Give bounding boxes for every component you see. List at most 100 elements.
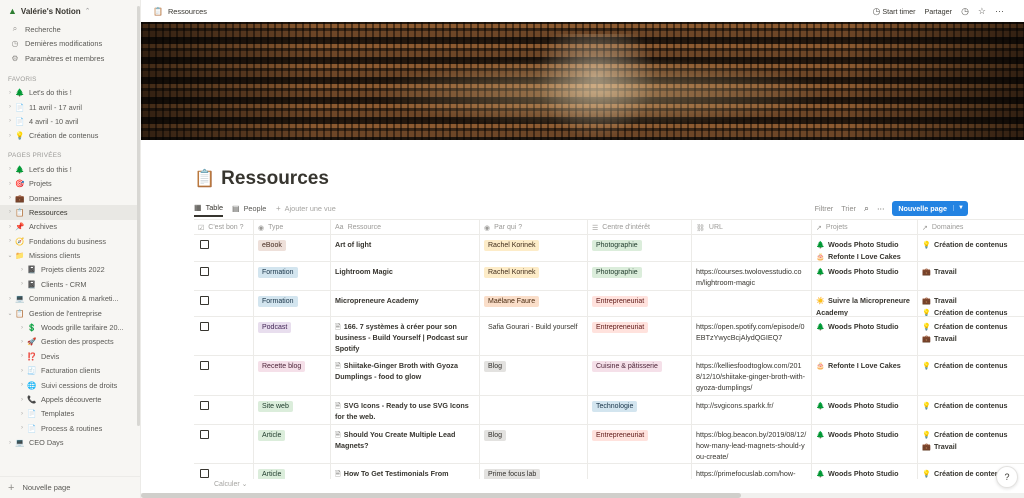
table-cell[interactable]: Recette blog — [253, 356, 330, 395]
tab-table[interactable]: ▦ Table — [194, 199, 224, 217]
table-cell[interactable]: Entrepreneuriat — [587, 291, 691, 316]
project-relation[interactable]: 🎂 Refonte I Love Cakes — [816, 360, 913, 372]
sidebar-item[interactable]: › 📓 Projets clients 2022 — [0, 263, 140, 277]
sort-button[interactable]: Trier — [841, 204, 856, 213]
caret-right-icon[interactable]: › — [6, 195, 14, 201]
chevron-down-icon[interactable]: ▼ — [953, 205, 968, 211]
resource-name[interactable]: 🗎 Shiitake-Ginger Broth with Gyoza Dumpli… — [335, 360, 475, 382]
caret-right-icon[interactable]: › — [6, 90, 14, 96]
table-cell[interactable]: https://kelliesfoodtoglow.com/2018/12/10… — [691, 356, 811, 395]
caret-right-icon[interactable]: › — [18, 325, 26, 331]
sidebar-item[interactable]: › 📄 Templates — [0, 407, 140, 421]
project-relation[interactable]: 🎂 Refonte I Love Cakes — [816, 251, 913, 261]
table-cell[interactable]: 💡 Création de contenus — [917, 356, 1024, 395]
caret-right-icon[interactable]: › — [6, 238, 14, 244]
caret-right-icon[interactable]: › — [18, 397, 26, 403]
table-cell[interactable]: 💡 Création de contenus 💼 Travail — [917, 317, 1024, 355]
table-cell[interactable]: eBook — [253, 235, 330, 261]
help-button[interactable]: ? — [996, 466, 1018, 488]
search-icon[interactable]: ⌕ — [864, 203, 869, 214]
domain-relation[interactable]: 💡 Création de contenus — [922, 360, 1020, 372]
checkbox[interactable] — [200, 469, 209, 478]
favorite-item[interactable]: › 💡 Création de contenus — [0, 129, 140, 143]
history-clock-icon[interactable]: ◷ — [961, 6, 969, 17]
resource-name[interactable]: Micropreneure Academy — [335, 295, 475, 306]
table-cell[interactable]: 🌲 Woods Photo Studio 🎂 Refonte I Love Cakes — [811, 235, 917, 261]
table-row[interactable]: Article 🗎 How To Get Testimonials From Prim… — [194, 464, 1024, 479]
sidebar-item[interactable]: › 🚀 Gestion des prospects — [0, 335, 140, 349]
sidebar-item[interactable]: › 📋 Ressources — [0, 205, 140, 220]
sidebar-item[interactable]: › 💼 Domaines — [0, 191, 140, 205]
url-link[interactable]: https://open.spotify.com/episode/0EBTzYw… — [696, 321, 807, 343]
sidebar-item[interactable]: › 📞 Appels découverte — [0, 392, 140, 406]
caret-right-icon[interactable]: › — [18, 267, 26, 273]
sidebar-item[interactable]: › 🧾 Facturation clients — [0, 364, 140, 378]
share-button[interactable]: Partager — [924, 7, 952, 16]
more-icon[interactable]: ⋯ — [995, 6, 1004, 17]
table-cell[interactable]: 🗎 166. 7 systèmes à créer pour son busine… — [330, 317, 479, 355]
caret-right-icon[interactable]: › — [6, 133, 14, 139]
project-relation[interactable]: 🌲 Woods Photo Studio — [816, 321, 913, 333]
table-cell[interactable]: 🌲 Woods Photo Studio — [811, 317, 917, 355]
caret-right-icon[interactable]: › — [18, 368, 26, 374]
table-cell[interactable]: 🗎 Shiitake-Ginger Broth with Gyoza Dumpli… — [330, 356, 479, 395]
caret-right-icon[interactable]: › — [6, 209, 14, 215]
url-link[interactable]: http://svgicons.sparkk.fr/ — [696, 400, 807, 411]
favorite-item[interactable]: › 📄 4 avril - 10 avril — [0, 114, 140, 128]
breadcrumb[interactable]: Ressources — [168, 7, 207, 16]
table-cell[interactable]: 💡 Création de contenus — [917, 235, 1024, 261]
url-link[interactable]: https://kelliesfoodtoglow.com/2018/12/10… — [696, 360, 807, 393]
caret-down-icon[interactable]: ⌄ — [6, 252, 14, 259]
domain-relation[interactable]: 💼 Travail — [922, 295, 1020, 307]
checkbox[interactable] — [200, 267, 209, 276]
table-cell[interactable]: Maëlane Faure — [479, 291, 587, 316]
table-cell[interactable]: 🗎 SVG Icons - Ready to use SVG Icons for … — [330, 396, 479, 424]
table-cell[interactable]: http://svgicons.sparkk.fr/ — [691, 396, 811, 424]
table-cell[interactable]: Cuisine & pâtisserie — [587, 356, 691, 395]
favorite-item[interactable]: › 📄 11 avril - 17 avril — [0, 100, 140, 114]
table-cell[interactable]: https://open.spotify.com/episode/0EBTzYw… — [691, 317, 811, 355]
table-cell[interactable] — [479, 396, 587, 424]
table-row[interactable]: Formation Lightroom Magic Rachel Korinek Ph… — [194, 262, 1024, 291]
domain-relation[interactable]: 💼 Travail — [922, 333, 1020, 345]
calculate-button[interactable]: Calculer ⌄ — [194, 480, 254, 488]
table-cell[interactable]: 💼 Travail 💡 Création de contenus — [917, 291, 1024, 316]
caret-right-icon[interactable]: › — [6, 181, 14, 187]
checkbox[interactable] — [200, 430, 209, 439]
domain-relation[interactable]: 💼 Travail — [922, 441, 1020, 453]
table-cell[interactable]: Site web — [253, 396, 330, 424]
table-cell[interactable] — [691, 235, 811, 261]
table-cell[interactable]: Formation — [253, 262, 330, 290]
caret-right-icon[interactable]: › — [18, 339, 26, 345]
resource-name[interactable]: Art of light — [335, 239, 475, 250]
sidebar-item[interactable]: › 🎯 Projets — [0, 176, 140, 190]
table-row[interactable]: Podcast 🗎 166. 7 systèmes à créer pour son… — [194, 317, 1024, 356]
table-cell[interactable] — [194, 317, 253, 355]
table-row[interactable]: eBook Art of light Rachel Korinek Photograp… — [194, 235, 1024, 262]
caret-right-icon[interactable]: › — [18, 411, 26, 417]
resource-name[interactable]: 🗎 166. 7 systèmes à créer pour son busine… — [335, 321, 475, 354]
table-cell[interactable]: 🎂 Refonte I Love Cakes — [811, 356, 917, 395]
table-cell[interactable]: 🌲 Woods Photo Studio — [811, 425, 917, 463]
table-cell[interactable]: Formation — [253, 291, 330, 316]
workspace-switcher[interactable]: ▲ Valérie's Notion ⌃ — [0, 0, 140, 22]
sidebar-item[interactable]: › 💻 Communication & marketi... — [0, 292, 140, 306]
caret-right-icon[interactable]: › — [6, 296, 14, 302]
more-icon[interactable]: ⋯ — [877, 204, 884, 213]
domain-relation[interactable]: 💡 Création de contenus — [922, 429, 1020, 441]
table-cell[interactable]: https://primefocuslab.com/how- — [691, 464, 811, 479]
column-header[interactable]: ◉ Par qui ? — [479, 220, 587, 235]
caret-right-icon[interactable]: › — [18, 353, 26, 359]
table-cell[interactable]: ☀️ Suivre la Micropreneure Academy — [811, 291, 917, 316]
caret-right-icon[interactable]: › — [18, 281, 26, 287]
domain-relation[interactable]: 💡 Création de contenus — [922, 321, 1020, 333]
caret-right-icon[interactable]: › — [6, 440, 14, 446]
column-header[interactable]: ↗ Domaines — [917, 220, 1024, 235]
table-cell[interactable]: Art of light — [330, 235, 479, 261]
checkbox[interactable] — [200, 240, 209, 249]
column-header[interactable]: ◉ Type — [253, 220, 330, 235]
checkbox[interactable] — [200, 361, 209, 370]
sidebar-item[interactable]: › 💻 CEO Days — [0, 435, 140, 449]
project-relation[interactable]: 🌲 Woods Photo Studio — [816, 239, 913, 251]
domain-relation[interactable]: 💡 Création de contenus — [922, 400, 1020, 412]
